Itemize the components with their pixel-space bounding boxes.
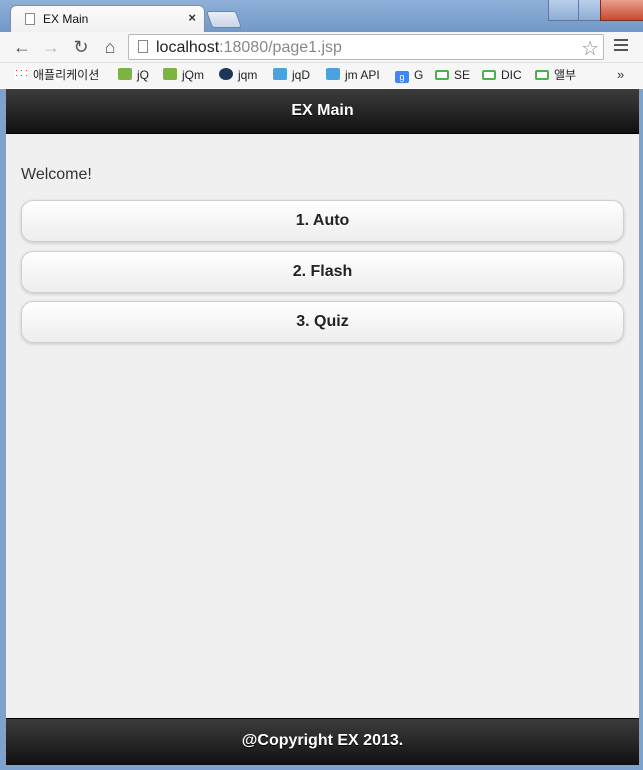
menu-icon[interactable] — [614, 39, 628, 54]
bookmark-label: 앨부 — [554, 68, 577, 82]
bookmark-label: jQm — [182, 68, 204, 82]
welcome-text: Welcome! — [21, 166, 92, 183]
close-window-button[interactable] — [600, 0, 643, 21]
bookmark-jqd[interactable]: jqD — [273, 67, 310, 83]
browser-toolbar: ← → ↻ ⌂ localhost:18080/page1.jsp ☆ — [0, 32, 643, 63]
bookmark-apps[interactable]: 애플리케이션 — [14, 67, 99, 83]
page-icon — [25, 13, 35, 25]
google-icon: g — [395, 71, 409, 83]
page-footer: @Copyright EX 2013. — [6, 718, 639, 765]
jqm-icon — [219, 68, 233, 80]
quiz-button[interactable]: 3. Quiz — [21, 301, 624, 343]
close-tab-icon[interactable]: × — [188, 10, 196, 25]
w3-icon — [118, 68, 132, 80]
window-frame-right — [639, 89, 643, 770]
page-viewport: EX Main Welcome! 1. Auto 2. Flash 3. Qui… — [6, 89, 639, 765]
bookmark-label: G — [414, 68, 424, 82]
bookmark-label: 애플리케이션 — [33, 68, 100, 82]
bookmark-jqm[interactable]: jQm — [163, 67, 204, 83]
jq-icon — [326, 68, 340, 80]
jq-icon — [273, 68, 287, 80]
auto-button[interactable]: 1. Auto — [21, 200, 624, 242]
bookmark-jm-api[interactable]: jm API — [326, 67, 380, 83]
bookmark-star-icon[interactable]: ☆ — [581, 36, 599, 61]
copyright-text: @Copyright EX 2013. — [241, 732, 404, 749]
bookmark-icon — [482, 70, 496, 80]
bookmark-se[interactable]: SE — [435, 67, 470, 83]
bookmark-icon — [435, 70, 449, 80]
bookmark-label: SE — [454, 68, 471, 82]
bookmark-label: jqD — [292, 68, 311, 82]
bookmark-label: jm API — [345, 68, 380, 82]
bookmark-label: DIC — [501, 68, 522, 82]
tab-title: EX Main — [43, 12, 89, 26]
page-icon — [138, 40, 148, 53]
forward-arrow-icon[interactable]: → — [40, 36, 62, 58]
bookmarks-bar: 애플리케이션 jQ jQm jqm jqD jm API gG SE DIC 앨… — [0, 63, 643, 88]
page-header: EX Main — [6, 89, 639, 134]
bookmark-jqm-lower[interactable]: jqm — [219, 67, 257, 83]
flash-button[interactable]: 2. Flash — [21, 251, 624, 293]
url-host: localhost — [156, 39, 220, 56]
bookmark-album[interactable]: 앨부 — [535, 67, 576, 83]
home-icon[interactable]: ⌂ — [99, 36, 121, 58]
bookmark-google[interactable]: gG — [395, 67, 423, 83]
bookmark-label: jQ — [137, 68, 149, 82]
back-arrow-icon[interactable]: ← — [11, 36, 33, 58]
tab-strip: EX Main × — [0, 0, 643, 32]
bookmark-label: jqm — [238, 68, 258, 82]
url-text: localhost:18080/page1.jsp — [156, 39, 342, 57]
bookmark-jq[interactable]: jQ — [118, 67, 149, 83]
w3-icon — [163, 68, 177, 80]
bookmark-dic[interactable]: DIC — [482, 67, 522, 83]
apps-icon — [14, 68, 28, 80]
page-title: EX Main — [291, 102, 354, 119]
reload-icon[interactable]: ↻ — [70, 36, 92, 58]
maximize-button[interactable] — [578, 0, 602, 21]
browser-tab[interactable]: EX Main × — [10, 5, 205, 32]
url-path: :18080/page1.jsp — [219, 39, 342, 56]
more-bookmarks-icon[interactable]: » — [617, 67, 624, 82]
new-tab-button[interactable] — [205, 11, 243, 28]
bookmark-icon — [535, 70, 549, 80]
address-bar[interactable]: localhost:18080/page1.jsp ☆ — [128, 34, 604, 60]
minimize-button[interactable] — [548, 0, 580, 21]
